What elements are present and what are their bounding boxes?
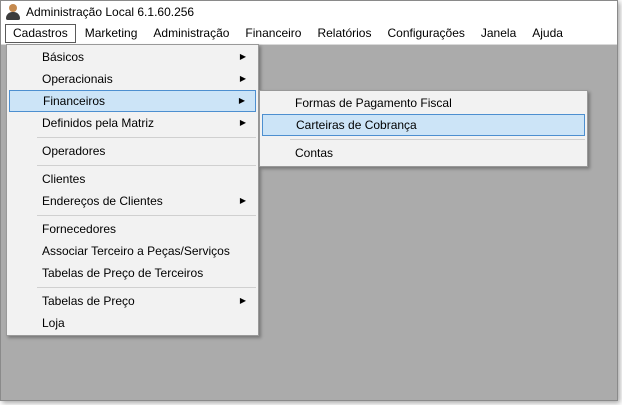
menu-financeiro[interactable]: Financeiro bbox=[238, 24, 308, 43]
menu-item-clientes[interactable]: Clientes bbox=[9, 168, 256, 190]
menu-janela[interactable]: Janela bbox=[474, 24, 523, 43]
menu-item-tabelas-de-preco[interactable]: Tabelas de Preço ▶ bbox=[9, 290, 256, 312]
chevron-right-icon: ▶ bbox=[239, 74, 246, 83]
window-title: Administração Local 6.1.60.256 bbox=[26, 5, 195, 19]
menu-bar: Cadastros Marketing Administração Financ… bbox=[1, 23, 617, 45]
menu-item-operacionais[interactable]: Operacionais ▶ bbox=[9, 68, 256, 90]
menu-item-label: Contas bbox=[295, 146, 334, 160]
menu-item-label: Formas de Pagamento Fiscal bbox=[295, 96, 452, 110]
menu-configuracoes[interactable]: Configurações bbox=[380, 24, 471, 43]
menu-item-label: Operadores bbox=[42, 144, 106, 158]
menu-item-label: Básicos bbox=[42, 50, 85, 64]
menu-cadastros[interactable]: Cadastros bbox=[5, 24, 76, 43]
submenu-item-formas-pagamento-fiscal[interactable]: Formas de Pagamento Fiscal bbox=[262, 92, 585, 114]
menu-item-label: Carteiras de Cobrança bbox=[296, 118, 417, 132]
chevron-right-icon: ▶ bbox=[239, 52, 246, 61]
financeiros-submenu: Formas de Pagamento Fiscal Carteiras de … bbox=[259, 90, 588, 167]
cadastros-dropdown: Básicos ▶ Operacionais ▶ Financeiros ▶ D… bbox=[6, 44, 259, 336]
menu-item-associar-terceiro[interactable]: Associar Terceiro a Peças/Serviços bbox=[9, 240, 256, 262]
menu-marketing[interactable]: Marketing bbox=[78, 24, 145, 43]
menu-separator bbox=[37, 165, 256, 166]
menu-separator bbox=[37, 215, 256, 216]
chevron-right-icon: ▶ bbox=[239, 118, 246, 127]
menu-item-label: Operacionais bbox=[42, 72, 113, 86]
title-bar: Administração Local 6.1.60.256 bbox=[1, 1, 617, 23]
menu-item-tabelas-preco-terceiros[interactable]: Tabelas de Preço de Terceiros bbox=[9, 262, 256, 284]
user-icon bbox=[5, 4, 21, 20]
menu-item-enderecos-de-clientes[interactable]: Endereços de Clientes ▶ bbox=[9, 190, 256, 212]
submenu-item-carteiras-de-cobranca[interactable]: Carteiras de Cobrança bbox=[262, 114, 585, 136]
menu-item-label: Tabelas de Preço de Terceiros bbox=[42, 266, 204, 280]
menu-item-label: Fornecedores bbox=[42, 222, 117, 236]
menu-item-label: Loja bbox=[42, 316, 65, 330]
menu-item-fornecedores[interactable]: Fornecedores bbox=[9, 218, 256, 240]
submenu-item-contas[interactable]: Contas bbox=[262, 142, 585, 164]
menu-separator bbox=[290, 139, 585, 140]
menu-item-financeiros[interactable]: Financeiros ▶ bbox=[9, 90, 256, 112]
menu-separator bbox=[37, 287, 256, 288]
menu-item-definidos-pela-matriz[interactable]: Definidos pela Matriz ▶ bbox=[9, 112, 256, 134]
chevron-right-icon: ▶ bbox=[239, 296, 246, 305]
menu-item-label: Associar Terceiro a Peças/Serviços bbox=[42, 244, 230, 258]
menu-ajuda[interactable]: Ajuda bbox=[525, 24, 570, 43]
menu-item-label: Definidos pela Matriz bbox=[42, 116, 155, 130]
menu-separator bbox=[37, 137, 256, 138]
chevron-right-icon: ▶ bbox=[238, 96, 245, 105]
chevron-right-icon: ▶ bbox=[239, 196, 246, 205]
menu-item-basicos[interactable]: Básicos ▶ bbox=[9, 46, 256, 68]
menu-item-label: Endereços de Clientes bbox=[42, 194, 163, 208]
menu-item-loja[interactable]: Loja bbox=[9, 312, 256, 334]
menu-item-label: Financeiros bbox=[43, 94, 106, 108]
menu-relatorios[interactable]: Relatórios bbox=[310, 24, 378, 43]
menu-administracao[interactable]: Administração bbox=[146, 24, 236, 43]
menu-item-label: Tabelas de Preço bbox=[42, 294, 135, 308]
menu-item-label: Clientes bbox=[42, 172, 86, 186]
menu-item-operadores[interactable]: Operadores bbox=[9, 140, 256, 162]
